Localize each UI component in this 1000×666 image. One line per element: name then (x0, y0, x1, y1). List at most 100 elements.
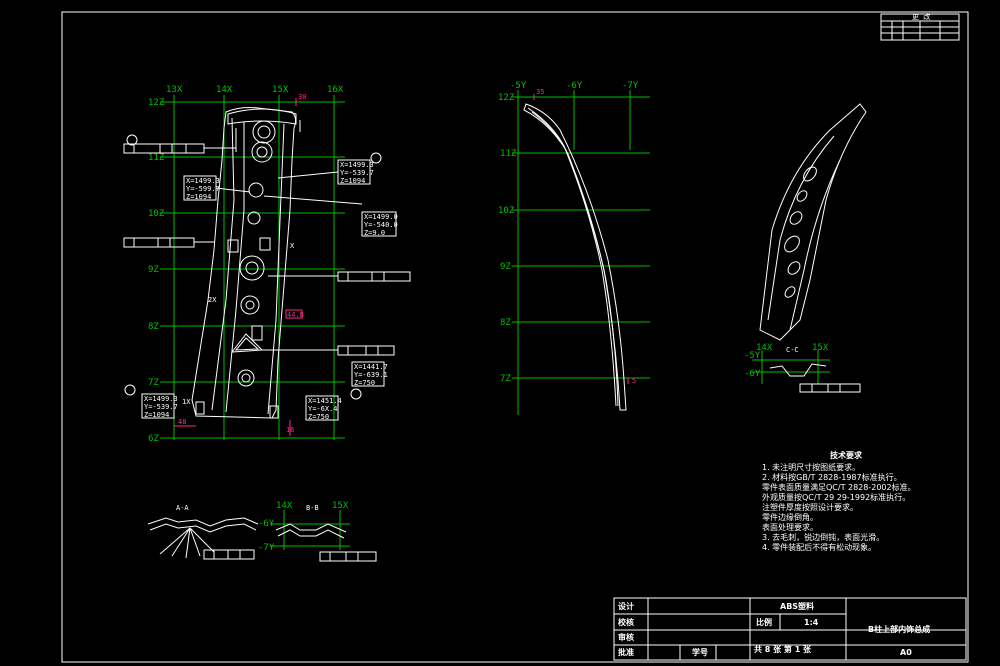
datum-circle-1 (370, 152, 382, 164)
svg-text:Y=-6X.4: Y=-6X.4 (308, 405, 338, 413)
coord-box-2: X=1499.0 Y=-540.0 Z=9.0 (263, 195, 398, 237)
bb-y6: -6Y (258, 519, 275, 529)
tech-note-3: 零件表面质量满足QC/T 2828-2002标准。 (762, 482, 916, 492)
side-grid-z-11: 11Z (500, 149, 517, 159)
tb-designer: 设计 (618, 601, 634, 611)
outer-frame (61, 11, 969, 663)
svg-text:Y=-540.0: Y=-540.0 (364, 221, 398, 229)
svg-text:Y=-639.1: Y=-639.1 (354, 371, 388, 379)
section-bb: 14X 15X -6Y -7Y B-B (258, 501, 377, 562)
tb-scale-value: 1:4 (804, 618, 819, 627)
tb-size: A0 (900, 648, 912, 657)
aa-title: A-A (176, 504, 189, 512)
tb-reviewer: 审核 (618, 632, 634, 642)
tech-notes: 技术要求 1. 未注明尺寸按图纸要求。 2. 材料按GB/T 2828-1987… (762, 450, 916, 552)
svg-text:Z=750: Z=750 (308, 413, 329, 421)
revision-header: 更 改 (912, 12, 930, 21)
fcf-4 (262, 345, 395, 356)
grid-z-8: 8Z (148, 322, 159, 332)
datum-label-x: X (290, 242, 295, 250)
svg-text:Z=9.0: Z=9.0 (364, 229, 385, 237)
bb-y7: -7Y (258, 543, 275, 553)
side-dim-5: 5 (632, 377, 636, 385)
side-grid-z-7: 7Z (500, 374, 511, 384)
side-dim-35: 35 (536, 88, 544, 96)
grid-x-13: 13X (166, 85, 183, 95)
tech-note-4: 外观质量按QC/T 29 29-1992标准执行。 (762, 492, 910, 502)
coord-box-3: X=1499.3 Y=-599.7 Z=1094 (183, 175, 251, 201)
dim-30: 30 (298, 93, 306, 101)
bb-x15: 15X (332, 501, 349, 511)
side-profile-outer (523, 103, 627, 411)
svg-text:Y=-539.7: Y=-539.7 (144, 403, 178, 411)
grid-x-16: 16X (327, 85, 344, 95)
datum-circle-3 (350, 388, 362, 400)
isometric-view (759, 103, 867, 341)
bb-title: B-B (306, 504, 319, 512)
svg-text:Y=-599.7: Y=-599.7 (186, 185, 220, 193)
revision-table: 更 改 (880, 12, 960, 41)
svg-text:X=1499.3: X=1499.3 (144, 395, 178, 403)
svg-text:Z=750: Z=750 (354, 379, 375, 387)
tech-note-7: 表面处理要求。 (762, 522, 818, 532)
bb-x14: 14X (276, 501, 293, 511)
grid-z-10: 10Z (148, 209, 165, 219)
side-grid-z-10: 10Z (498, 206, 515, 216)
tech-note-9: 4. 零件装配后不得有松动现象。 (762, 542, 876, 552)
fcf-3 (268, 271, 411, 282)
datum-label-2x: 2X (208, 296, 217, 304)
tech-notes-title: 技术要求 (830, 450, 863, 460)
svg-text:Z=1094: Z=1094 (144, 411, 169, 419)
tech-note-1: 1. 未注明尺寸按图纸要求。 (762, 462, 860, 472)
side-grid-y-5: -5Y (510, 81, 527, 91)
tb-sheet-info: 共 8 张 第 1 张 (754, 644, 812, 654)
side-grid-z-8: 8Z (500, 318, 511, 328)
tb-part-name: B柱上部内饰总成 (868, 624, 930, 634)
grid-x-15: 15X (272, 85, 289, 95)
datum-circle-2 (124, 384, 136, 396)
side-grid-z-9: 9Z (500, 262, 511, 272)
tech-note-8: 3. 去毛刺，锐边倒钝，表面光滑。 (762, 532, 884, 542)
dim-44-8: 44.8 (287, 311, 304, 319)
svg-text:Z=1094: Z=1094 (340, 177, 365, 185)
tech-note-5: 注塑件厚度按照设计要求。 (762, 502, 858, 512)
front-view: 13X 14X 15X 16X 12Z 11Z 10Z 9Z 8Z 7Z 6Z (123, 85, 411, 444)
tb-scale-label: 比例 (756, 617, 772, 627)
grid-z-7: 7Z (148, 378, 159, 388)
grid-z-6: 6Z (148, 434, 159, 444)
svg-text:X=1441.7: X=1441.7 (354, 363, 388, 371)
svg-text:Y=-539.7: Y=-539.7 (340, 169, 374, 177)
fcf-2 (123, 237, 214, 248)
grid-z-12: 12Z (148, 98, 165, 108)
tb-checker: 校核 (618, 617, 634, 627)
tech-note-2: 2. 材料按GB/T 2828-1987标准执行。 (762, 472, 902, 482)
coord-box-1: X=1499.3 Y=-539.7 Z=1094 (277, 159, 374, 185)
drawing-canvas: 更 改 13X 14X 15X 16X 12Z 11Z 10Z 9Z 8Z 7Z… (61, 11, 969, 663)
tb-approver: 批准 (618, 647, 634, 657)
grid-z-9: 9Z (148, 265, 159, 275)
title-block: 设计 校核 审核 批准 ABS塑料 比例 1:4 共 8 张 第 1 张 学号 … (613, 597, 967, 661)
iso-outline (759, 103, 867, 341)
coord-box-5: X=1451.4 Y=-6X.4 Z=750 (305, 395, 342, 421)
svg-text:X=1499.3: X=1499.3 (186, 177, 220, 185)
svg-text:X=1499.0: X=1499.0 (364, 213, 398, 221)
svg-text:X=1451.4: X=1451.4 (308, 397, 342, 405)
side-view: -5Y -6Y -7Y 12Z 11Z 10Z 9Z 8Z 7Z 35 5 (498, 81, 650, 415)
datum-label-1x: 1X (182, 398, 191, 406)
grid-z-11: 11Z (148, 153, 165, 163)
dim-16: 16 (286, 426, 294, 434)
cc-x15: 15X (812, 343, 829, 353)
tech-note-6: 零件边缘倒角。 (762, 512, 818, 522)
svg-text:X=1499.3: X=1499.3 (340, 161, 374, 169)
section-aa: A-A (147, 504, 259, 560)
fcf-1 (123, 143, 236, 154)
svg-text:Z=1094: Z=1094 (186, 193, 211, 201)
coord-box-4: X=1441.7 Y=-639.1 Z=750 (351, 361, 388, 387)
cc-title: C-C (786, 346, 799, 354)
side-grid-z-12: 12Z (498, 93, 515, 103)
coord-box-6: X=1499.3 Y=-539.7 Z=1094 (141, 393, 178, 419)
tb-material: ABS塑料 (780, 601, 814, 611)
dim-48: 48 (178, 418, 186, 426)
cc-y6: -6Y (744, 369, 761, 379)
side-grid-y-7: -7Y (622, 81, 639, 91)
